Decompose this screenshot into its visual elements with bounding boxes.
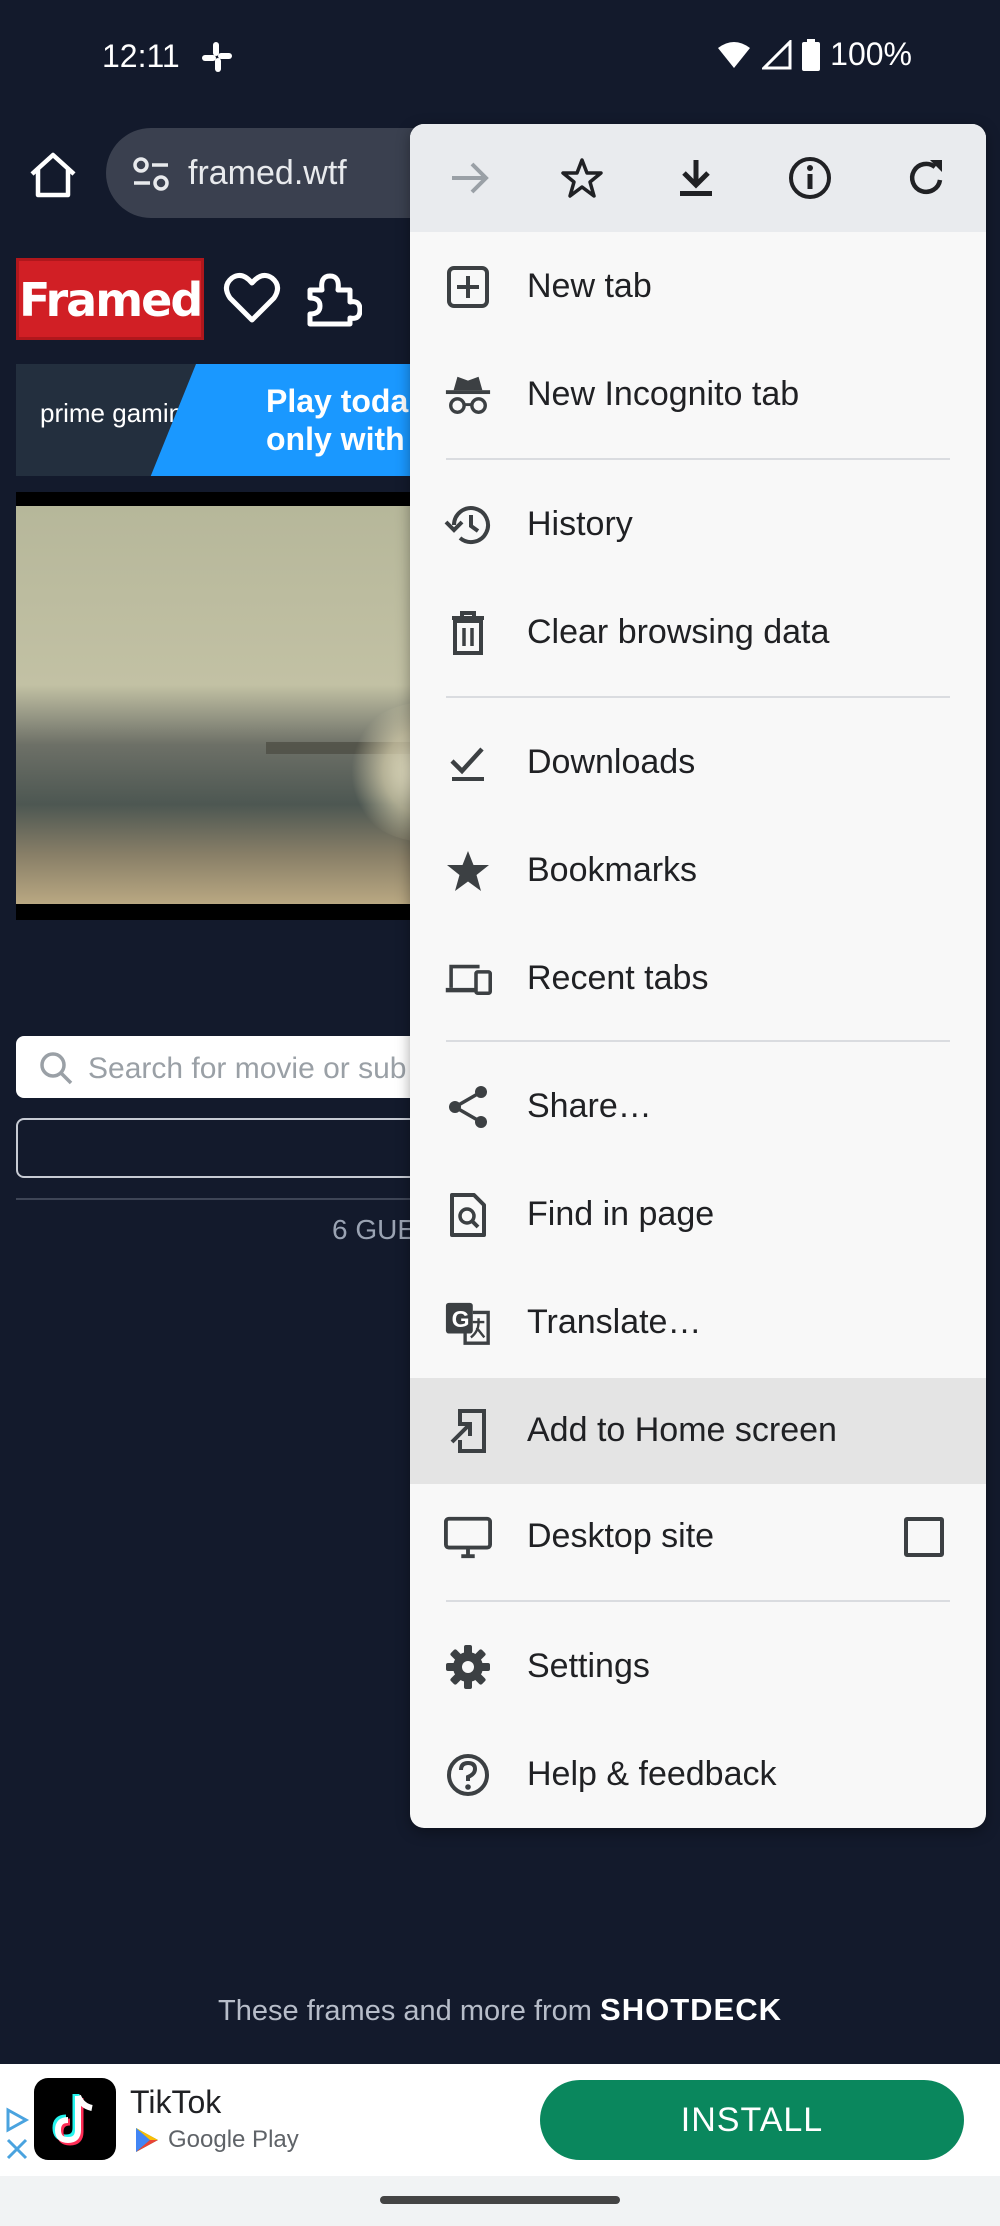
store-name: Google Play — [168, 2126, 299, 2153]
menu-label: Find in page — [527, 1195, 715, 1233]
overflow-menu: New tab New Incognito tab History Clear … — [410, 124, 986, 1828]
menu-label: Bookmarks — [527, 851, 698, 889]
prime-gaming-banner[interactable]: prime gaming Play toda only with — [16, 364, 436, 476]
menu-label: Clear browsing data — [527, 613, 830, 651]
menu-item-find-in-page[interactable]: Find in page — [410, 1162, 986, 1268]
guess-input[interactable] — [16, 1118, 436, 1178]
menu-item-add-to-home-screen[interactable]: Add to Home screen — [410, 1378, 986, 1484]
menu-item-share[interactable]: Share… — [410, 1054, 986, 1160]
promo-text: Play toda only with — [266, 382, 408, 458]
battery-icon — [802, 38, 821, 71]
promo-line-2: only with — [266, 421, 405, 457]
install-button[interactable]: INSTALL — [540, 2080, 964, 2160]
menu-label: Downloads — [527, 743, 696, 781]
menu-label: History — [527, 505, 633, 543]
search-placeholder: Search for movie or sub — [88, 1052, 407, 1085]
find-in-page-icon — [444, 1191, 492, 1239]
menu-label: Settings — [527, 1647, 650, 1685]
promo-line-1: Play toda — [266, 383, 409, 419]
menu-icon-row — [410, 124, 986, 232]
google-play-label: Google Play — [134, 2126, 299, 2154]
menu-label: Desktop site — [527, 1517, 715, 1555]
svg-text:G: G — [452, 1306, 470, 1332]
trash-icon — [444, 609, 492, 657]
signal-icon — [762, 39, 792, 69]
ad-app-name: TikTok — [130, 2084, 222, 2120]
star-icon — [444, 847, 492, 895]
bookmark-star-icon[interactable] — [554, 150, 610, 206]
add-to-home-icon — [444, 1407, 492, 1455]
share-icon — [444, 1083, 492, 1131]
menu-label: New Incognito tab — [527, 375, 800, 413]
adchoices-icon[interactable] — [2, 2104, 32, 2164]
guesses-counter: 6 GUE — [332, 1214, 417, 1245]
menu-item-new-incognito-tab[interactable]: New Incognito tab — [410, 342, 986, 448]
search-icon — [40, 1052, 73, 1085]
menu-label: Recent tabs — [527, 959, 709, 997]
menu-divider — [446, 458, 950, 460]
history-icon — [444, 501, 492, 549]
menu-label: Help & feedback — [527, 1755, 777, 1793]
help-icon — [444, 1751, 492, 1799]
status-time: 12:11 — [102, 38, 180, 74]
menu-item-recent-tabs[interactable]: Recent tabs — [410, 926, 986, 1032]
menu-item-desktop-site[interactable]: Desktop site — [410, 1484, 986, 1590]
shotdeck-credit: These frames and more from SHOTDECK — [0, 1992, 1000, 2028]
menu-divider — [446, 1600, 950, 1602]
site-settings-icon[interactable] — [132, 156, 170, 192]
site-logo[interactable]: Framed — [16, 258, 204, 340]
menu-item-downloads[interactable]: Downloads — [410, 710, 986, 816]
slack-notification-icon — [202, 42, 232, 72]
status-bar: 12:11 100% — [0, 0, 1000, 110]
shotdeck-logo[interactable]: SHOTDECK — [600, 1992, 782, 2027]
menu-label: New tab — [527, 267, 652, 305]
battery-percent: 100% — [830, 36, 912, 72]
status-right: 100% — [716, 36, 912, 73]
download-icon[interactable] — [668, 150, 724, 206]
menu-item-translate[interactable]: G Translate… — [410, 1270, 986, 1376]
tiktok-app-icon — [34, 2078, 116, 2160]
wifi-icon — [718, 41, 751, 68]
url-text: framed.wtf — [188, 154, 347, 192]
forward-icon[interactable] — [442, 150, 498, 206]
credit-text: These frames and more from — [218, 1995, 592, 2027]
info-icon[interactable] — [782, 150, 838, 206]
devices-icon — [444, 955, 492, 1003]
desktop-icon — [444, 1513, 492, 1561]
gear-icon — [444, 1643, 492, 1691]
menu-label: Translate… — [527, 1303, 702, 1341]
puzzle-icon[interactable] — [300, 268, 362, 328]
translate-icon: G — [444, 1299, 492, 1347]
heart-icon[interactable] — [222, 270, 282, 326]
menu-item-new-tab[interactable]: New tab — [410, 234, 986, 340]
beach-scene — [16, 506, 436, 904]
movie-frame-image[interactable] — [16, 492, 436, 920]
desktop-site-checkbox[interactable] — [904, 1517, 944, 1557]
divider — [16, 1198, 436, 1200]
menu-label: Share… — [527, 1087, 652, 1125]
menu-item-help-feedback[interactable]: Help & feedback — [410, 1722, 986, 1828]
menu-item-history[interactable]: History — [410, 472, 986, 578]
menu-divider — [446, 696, 950, 698]
new-tab-icon — [444, 263, 492, 311]
reload-icon[interactable] — [898, 150, 954, 206]
home-icon[interactable] — [26, 148, 80, 202]
menu-label: Add to Home screen — [527, 1411, 837, 1449]
google-play-icon — [136, 2128, 158, 2152]
gesture-nav-bar — [0, 2176, 1000, 2226]
home-gesture-handle[interactable] — [380, 2196, 620, 2204]
downloads-icon — [444, 739, 492, 787]
ad-banner[interactable]: TikTok Google Play INSTALL — [0, 2064, 1000, 2176]
incognito-icon — [444, 371, 492, 419]
menu-item-settings[interactable]: Settings — [410, 1614, 986, 1720]
menu-divider — [446, 1040, 950, 1042]
menu-item-clear-browsing-data[interactable]: Clear browsing data — [410, 580, 986, 686]
movie-search-input[interactable]: Search for movie or sub — [16, 1036, 436, 1098]
menu-item-bookmarks[interactable]: Bookmarks — [410, 818, 986, 924]
